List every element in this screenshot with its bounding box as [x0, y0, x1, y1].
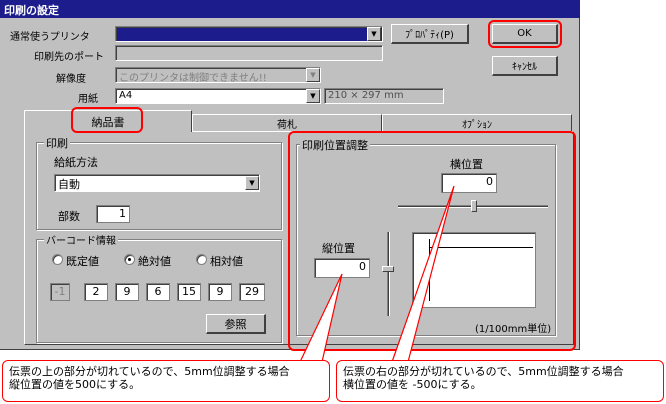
callout-left: 伝票の上の部分が切れているので、5mm位調整する場合 縦位置の値を500にする。 — [2, 360, 330, 402]
left-callout-pointer — [299, 273, 343, 363]
callout-pointers — [299, 185, 455, 363]
callout-right: 伝票の右の部分が切れているので、5mm位調整する場合 横位置の値を -500にす… — [336, 360, 664, 402]
invoice-tab-highlight — [71, 107, 143, 133]
right-callout-pointer — [391, 185, 455, 363]
